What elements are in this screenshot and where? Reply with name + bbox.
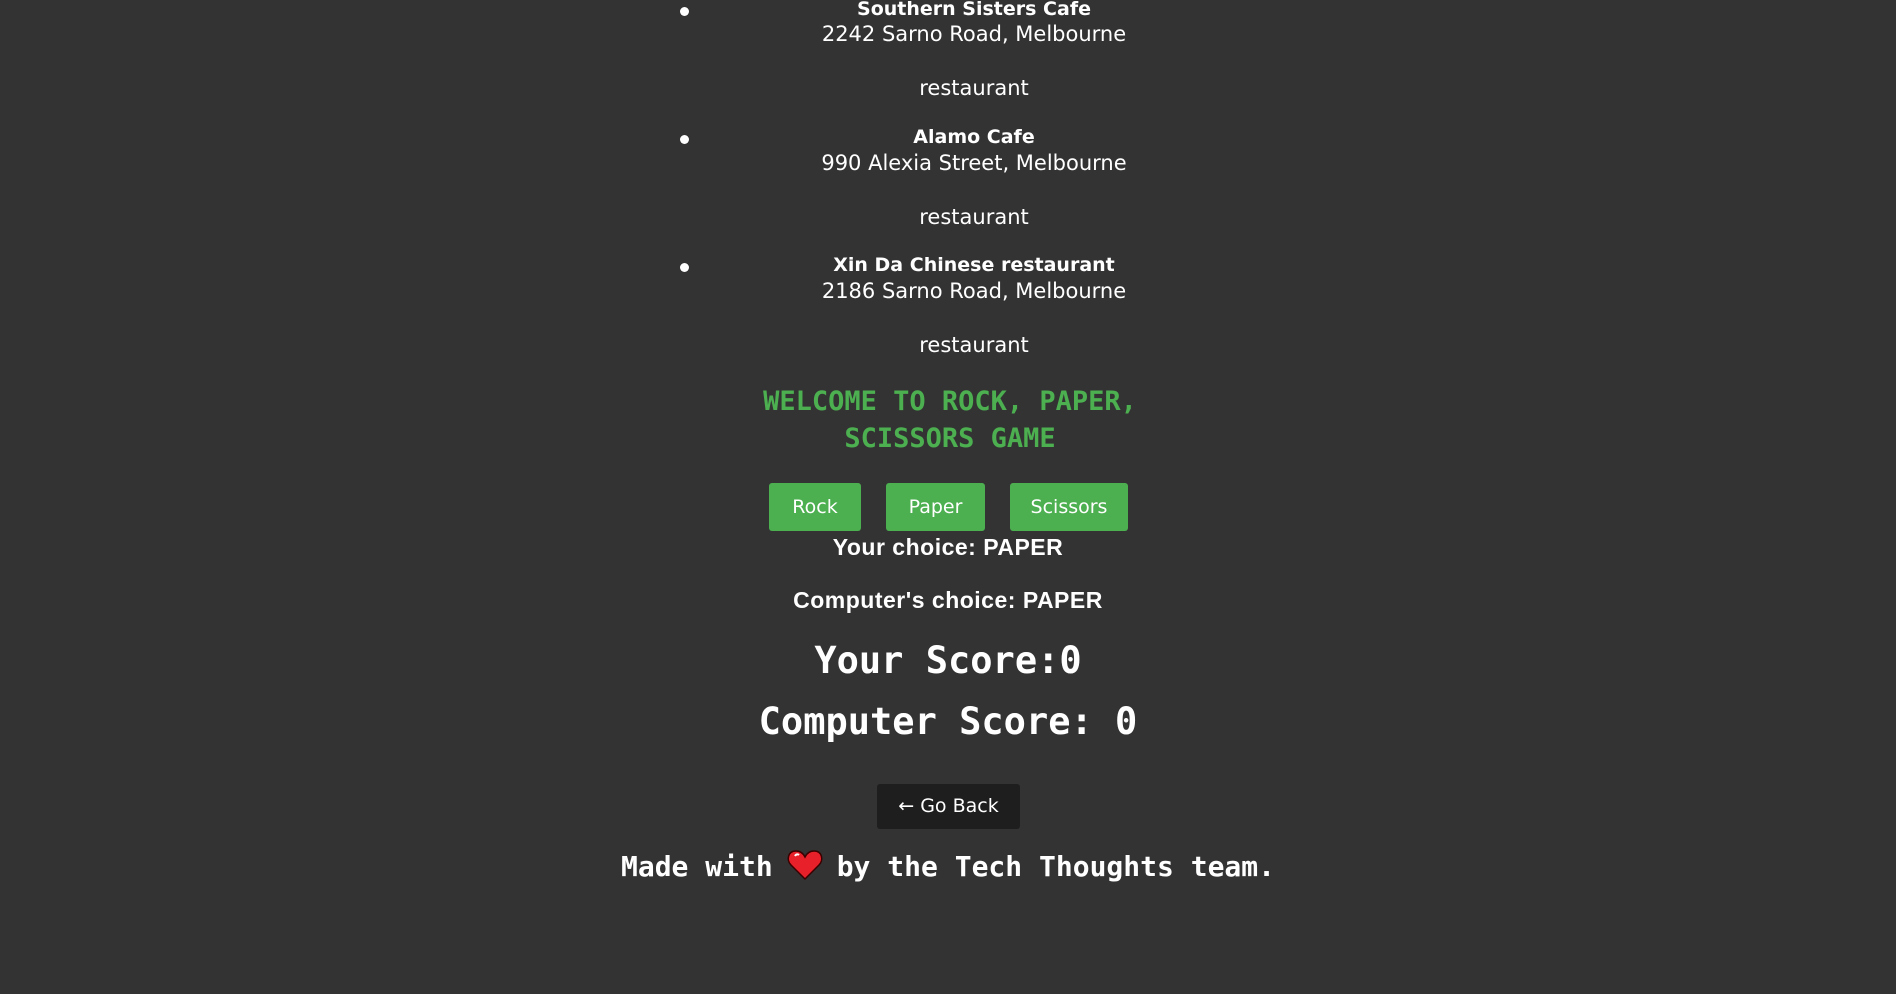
list-item: Xin Da Chinese restaurant 2186 Sarno Roa…	[0, 243, 1896, 363]
game-title: WELCOME TO ROCK, PAPER, SCISSORS GAME	[0, 383, 1896, 457]
place-address: 990 Alexia Street, Melbourne	[821, 151, 1127, 175]
place-type: restaurant	[919, 76, 1029, 100]
your-choice-text: Your choice: PAPER	[832, 534, 1064, 560]
your-score: Your Score:0	[814, 639, 1082, 682]
place-name: Alamo Cafe	[913, 126, 1035, 148]
place-type: restaurant	[919, 205, 1029, 229]
computer-score: Computer Score: 0	[758, 700, 1138, 743]
footer-text-before: Made with	[620, 850, 773, 883]
footer: Made with by the Tech Thoughts team.	[0, 847, 1896, 887]
place-address: 2186 Sarno Road, Melbourne	[821, 279, 1127, 303]
computer-choice-text: Computer's choice: PAPER	[793, 587, 1103, 613]
list-item: Southern Sisters Cafe 2242 Sarno Road, M…	[0, 0, 1896, 105]
place-name: Xin Da Chinese restaurant	[833, 254, 1115, 276]
paper-button[interactable]: Paper	[886, 483, 985, 531]
game-title-line-2: SCISSORS GAME	[844, 423, 1056, 454]
footer-text-after: by the Tech Thoughts team.	[836, 850, 1275, 883]
place-type: restaurant	[919, 333, 1029, 357]
place-name: Southern Sisters Cafe	[857, 0, 1091, 20]
page: Southern Sisters Cafe 2242 Sarno Road, M…	[0, 0, 1896, 994]
list-item: Alamo Cafe 990 Alexia Street, Melbourne …	[0, 114, 1896, 234]
rock-button[interactable]: Rock	[769, 483, 861, 531]
go-back-button[interactable]: ← Go Back	[877, 784, 1020, 829]
place-address: 2242 Sarno Road, Melbourne	[821, 22, 1127, 46]
game-title-line-1: WELCOME TO ROCK, PAPER,	[763, 386, 1137, 417]
choice-buttons: Rock Paper Scissors	[0, 483, 1896, 531]
scissors-button[interactable]: Scissors	[1010, 483, 1128, 531]
heart-icon	[787, 849, 823, 881]
